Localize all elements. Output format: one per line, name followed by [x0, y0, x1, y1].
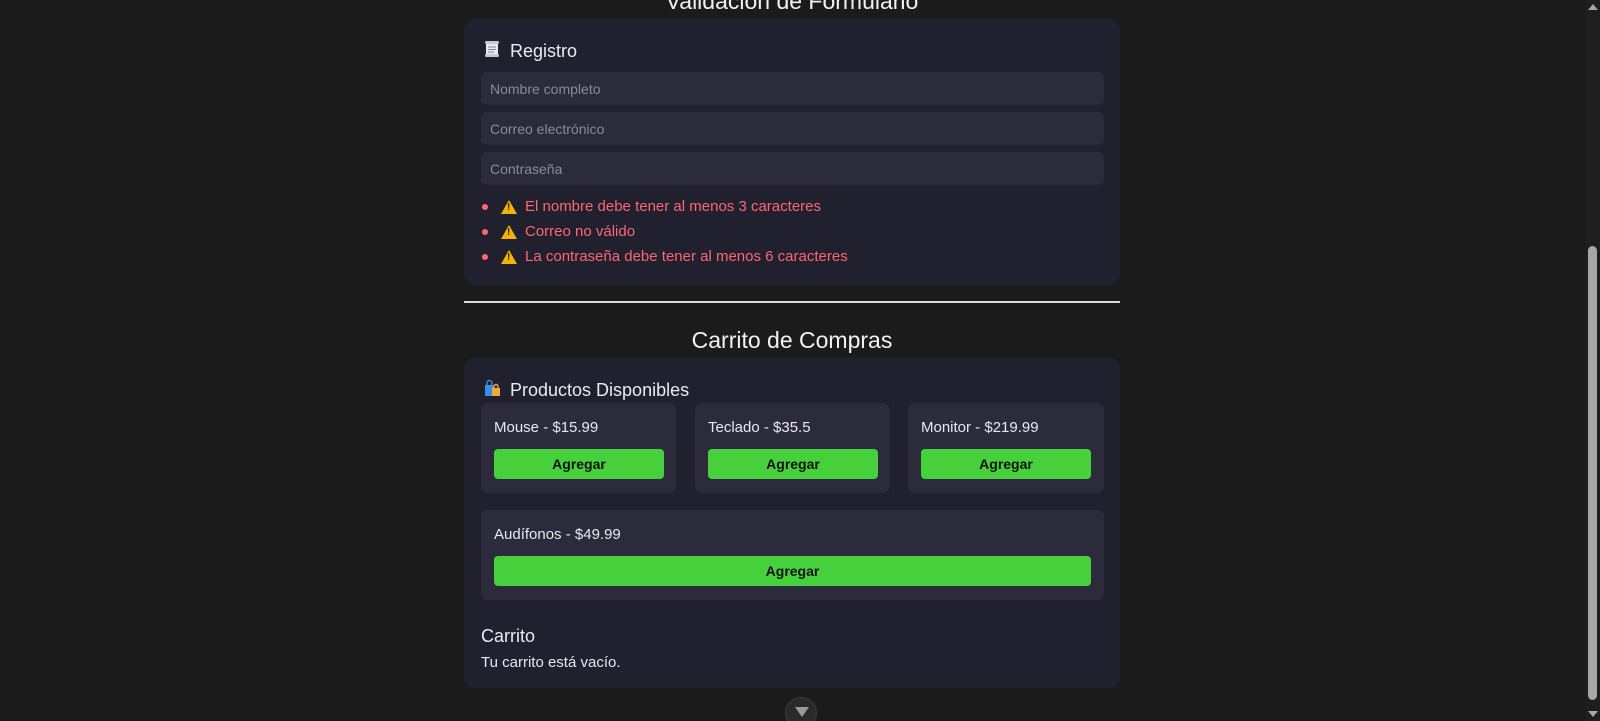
page-viewport: Validación de Formulario Registro !	[0, 0, 1600, 721]
product-label: Monitor - $219.99	[921, 419, 1039, 436]
add-mouse-button[interactable]: Agregar	[494, 449, 664, 479]
form-section-heading: Validación de Formulario	[665, 0, 919, 14]
cart-section-heading: Carrito de Compras	[691, 327, 893, 353]
registration-card: Registro ! El nombre debe tener al menos…	[464, 19, 1120, 285]
product-card-monitor: Monitor - $219.99 Agregar	[908, 403, 1104, 493]
error-item: ! Correo no válido	[481, 219, 848, 244]
add-monitor-button[interactable]: Agregar	[921, 449, 1091, 479]
warning-icon: !	[501, 249, 517, 264]
section-divider	[464, 301, 1120, 303]
email-input[interactable]	[481, 112, 1104, 145]
error-text: La contraseña debe tener al menos 6 cara…	[525, 248, 848, 265]
password-input[interactable]	[481, 152, 1104, 185]
error-item: ! La contraseña debe tener al menos 6 ca…	[481, 244, 848, 269]
products-title: Productos Disponibles	[482, 379, 689, 402]
warning-icon: !	[501, 199, 517, 214]
error-text: El nombre debe tener al menos 3 caracter…	[525, 198, 821, 215]
scrollbar-thumb[interactable]	[1588, 246, 1597, 700]
registration-title-text: Registro	[510, 41, 578, 61]
scroll-down-button[interactable]	[785, 697, 817, 721]
full-name-input[interactable]	[481, 72, 1104, 105]
product-label: Audífonos - $49.99	[494, 526, 621, 543]
product-card-mouse: Mouse - $15.99 Agregar	[481, 403, 676, 493]
shopping-bags-icon	[482, 379, 502, 402]
validation-error-list: ! El nombre debe tener al menos 3 caract…	[481, 194, 848, 269]
add-keyboard-button[interactable]: Agregar	[708, 449, 878, 479]
scroll-icon	[482, 40, 502, 63]
error-text: Correo no válido	[525, 223, 636, 240]
cart-title: Carrito	[481, 626, 536, 646]
product-label: Mouse - $15.99	[494, 419, 599, 436]
shopping-cart-card: Productos Disponibles Mouse - $15.99 Agr…	[464, 358, 1120, 688]
add-headphones-button[interactable]: Agregar	[494, 556, 1091, 586]
product-card-keyboard: Teclado - $35.5 Agregar	[695, 403, 890, 493]
products-title-text: Productos Disponibles	[510, 380, 690, 400]
registration-title: Registro	[482, 40, 577, 63]
cart-empty-message: Tu carrito está vacío.	[481, 654, 621, 671]
page-scrollbar[interactable]	[1585, 0, 1600, 721]
product-card-headphones: Audífonos - $49.99 Agregar	[481, 510, 1104, 600]
error-item: ! El nombre debe tener al menos 3 caract…	[481, 194, 848, 219]
warning-icon: !	[501, 224, 517, 239]
scroll-down-arrow-icon[interactable]	[1588, 711, 1598, 717]
product-label: Teclado - $35.5	[708, 419, 811, 436]
scroll-up-arrow-icon[interactable]	[1588, 4, 1598, 10]
